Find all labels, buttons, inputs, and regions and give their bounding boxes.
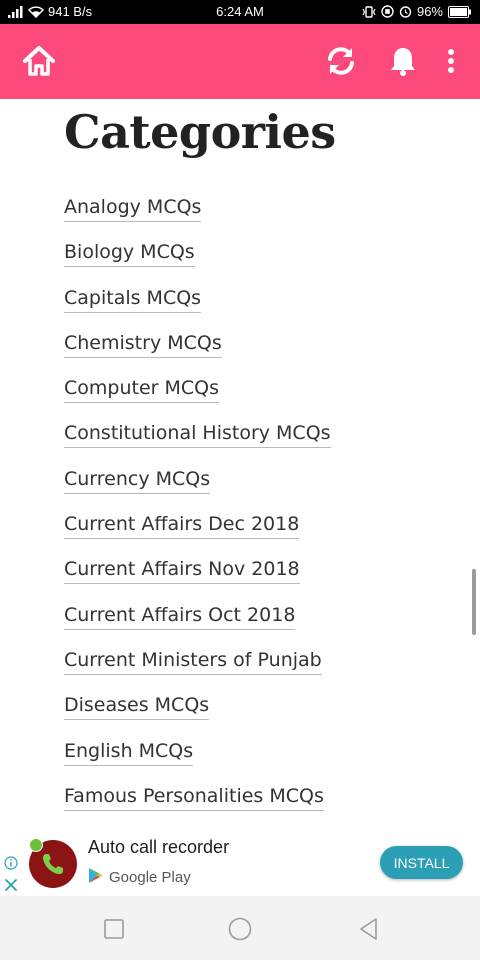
info-icon[interactable] bbox=[4, 855, 18, 870]
battery-icon bbox=[448, 5, 472, 18]
category-link[interactable]: English MCQs bbox=[64, 739, 194, 766]
list-item: Chemistry MCQs bbox=[64, 331, 331, 376]
refresh-icon[interactable] bbox=[322, 42, 360, 80]
more-vert-icon[interactable] bbox=[438, 42, 464, 80]
category-link[interactable]: Computer MCQs bbox=[64, 376, 220, 404]
ad-banner: Auto call recorder Google Play INSTALL bbox=[0, 829, 480, 896]
category-link[interactable]: Famous Personalities MCQs bbox=[64, 784, 324, 811]
list-item: Current Affairs Oct 2018 bbox=[64, 603, 331, 648]
list-item: Biology MCQs bbox=[64, 240, 331, 285]
category-link[interactable]: Constitutional History MCQs bbox=[64, 421, 331, 449]
nav-bar bbox=[0, 896, 480, 960]
close-icon[interactable] bbox=[4, 877, 18, 891]
nav-home-icon[interactable] bbox=[227, 916, 253, 942]
alarm-icon bbox=[399, 5, 412, 18]
category-link[interactable]: Chemistry MCQs bbox=[64, 331, 222, 358]
bell-icon[interactable] bbox=[384, 42, 422, 80]
category-link[interactable]: Current Affairs Nov 2018 bbox=[64, 557, 300, 585]
list-item: Current Affairs Nov 2018 bbox=[64, 557, 331, 602]
page-title: Categories bbox=[64, 105, 336, 159]
list-item: English MCQs bbox=[64, 739, 331, 784]
mic-badge-icon bbox=[29, 838, 43, 852]
list-item: Capitals MCQs bbox=[64, 286, 331, 331]
category-link[interactable]: Current Ministers of Punjab bbox=[64, 648, 322, 675]
category-link[interactable]: Analogy MCQs bbox=[64, 195, 202, 222]
category-link[interactable]: Current Affairs Dec 2018 bbox=[64, 512, 300, 540]
app-bar bbox=[0, 24, 480, 99]
category-list: Analogy MCQs Biology MCQs Capitals MCQs … bbox=[64, 195, 331, 829]
list-item: Current Ministers of Punjab bbox=[64, 648, 331, 693]
ad-store-label: Google Play bbox=[109, 869, 191, 886]
category-link[interactable]: Biology MCQs bbox=[64, 240, 195, 268]
category-link[interactable]: Current Affairs Oct 2018 bbox=[64, 603, 296, 630]
data-saver-icon bbox=[381, 5, 394, 18]
recent-apps-icon[interactable] bbox=[101, 916, 127, 942]
list-item: Currency MCQs bbox=[64, 467, 331, 512]
category-link[interactable]: Currency MCQs bbox=[64, 467, 211, 494]
category-link[interactable]: Capitals MCQs bbox=[64, 286, 202, 313]
ad-store: Google Play bbox=[88, 867, 191, 888]
status-right: 96% bbox=[362, 4, 472, 19]
list-item: Constitutional History MCQs bbox=[64, 421, 331, 466]
google-play-icon bbox=[88, 867, 104, 888]
status-bar: 941 B/s 6:24 AM 96% bbox=[0, 0, 480, 24]
list-item: Diseases MCQs bbox=[64, 693, 331, 738]
category-link[interactable]: Diseases MCQs bbox=[64, 693, 210, 721]
ad-title[interactable]: Auto call recorder bbox=[88, 837, 229, 858]
list-item: Computer MCQs bbox=[64, 376, 331, 421]
list-item: Current Affairs Dec 2018 bbox=[64, 512, 331, 557]
vibrate-icon bbox=[362, 5, 376, 18]
install-button[interactable]: INSTALL bbox=[380, 846, 463, 879]
back-icon[interactable] bbox=[356, 916, 382, 942]
list-item: Famous Personalities MCQs bbox=[64, 784, 331, 829]
list-item: Analogy MCQs bbox=[64, 195, 331, 240]
scrollbar[interactable] bbox=[472, 569, 476, 635]
content-area: Categories Analogy MCQs Biology MCQs Cap… bbox=[0, 99, 480, 829]
battery-percent: 96% bbox=[416, 4, 443, 19]
home-icon[interactable] bbox=[20, 42, 58, 80]
